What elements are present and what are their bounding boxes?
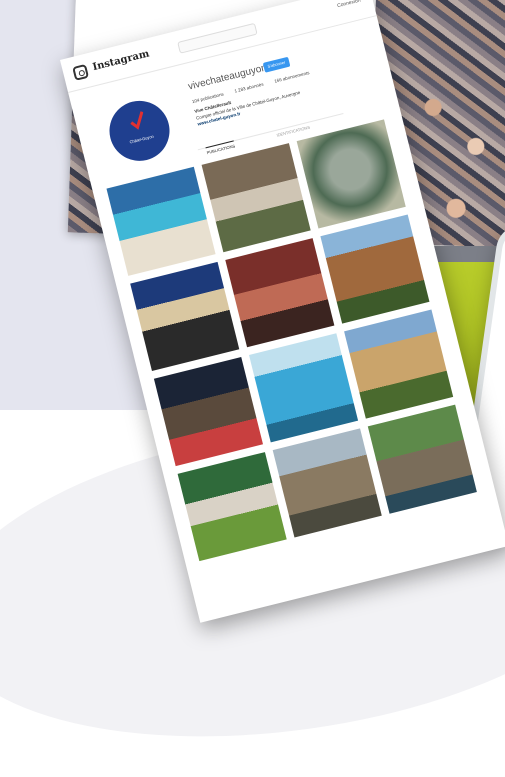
login-link[interactable]: Connexion [337,0,362,9]
photo-tile-pool-lifeguards[interactable] [106,166,216,276]
photo-tile-pool-divers[interactable] [248,333,359,443]
photo-tile-villa-facade[interactable] [320,214,430,324]
tab-identifications[interactable]: IDENTIFICATIONS [276,125,310,138]
heart-check-icon [130,111,144,130]
photo-tile-tree-garden[interactable] [296,119,406,229]
instagram-brand[interactable]: Instagram [92,48,151,73]
photo-tile-bicycles[interactable] [367,404,477,514]
instagram-logo-icon[interactable] [72,63,90,81]
follow-button[interactable]: S'abonner [262,56,291,73]
profile-avatar[interactable]: Châtel-Guyon [103,94,176,168]
search-input[interactable] [177,22,258,54]
photo-tile-park-bandstand[interactable] [201,143,311,253]
photo-tile-restaurant-interior[interactable] [225,238,335,348]
tab-publications[interactable]: PUBLICATIONS [205,140,236,156]
avatar-label: Châtel-Guyon [128,133,155,145]
photo-tile-spa-building[interactable] [344,309,454,419]
photo-tile-fountain-square[interactable] [272,428,382,538]
photo-tile-square-night[interactable] [153,356,264,467]
photo-tile-hotel-night[interactable] [130,261,240,371]
photo-tile-market-stall[interactable] [177,452,287,562]
